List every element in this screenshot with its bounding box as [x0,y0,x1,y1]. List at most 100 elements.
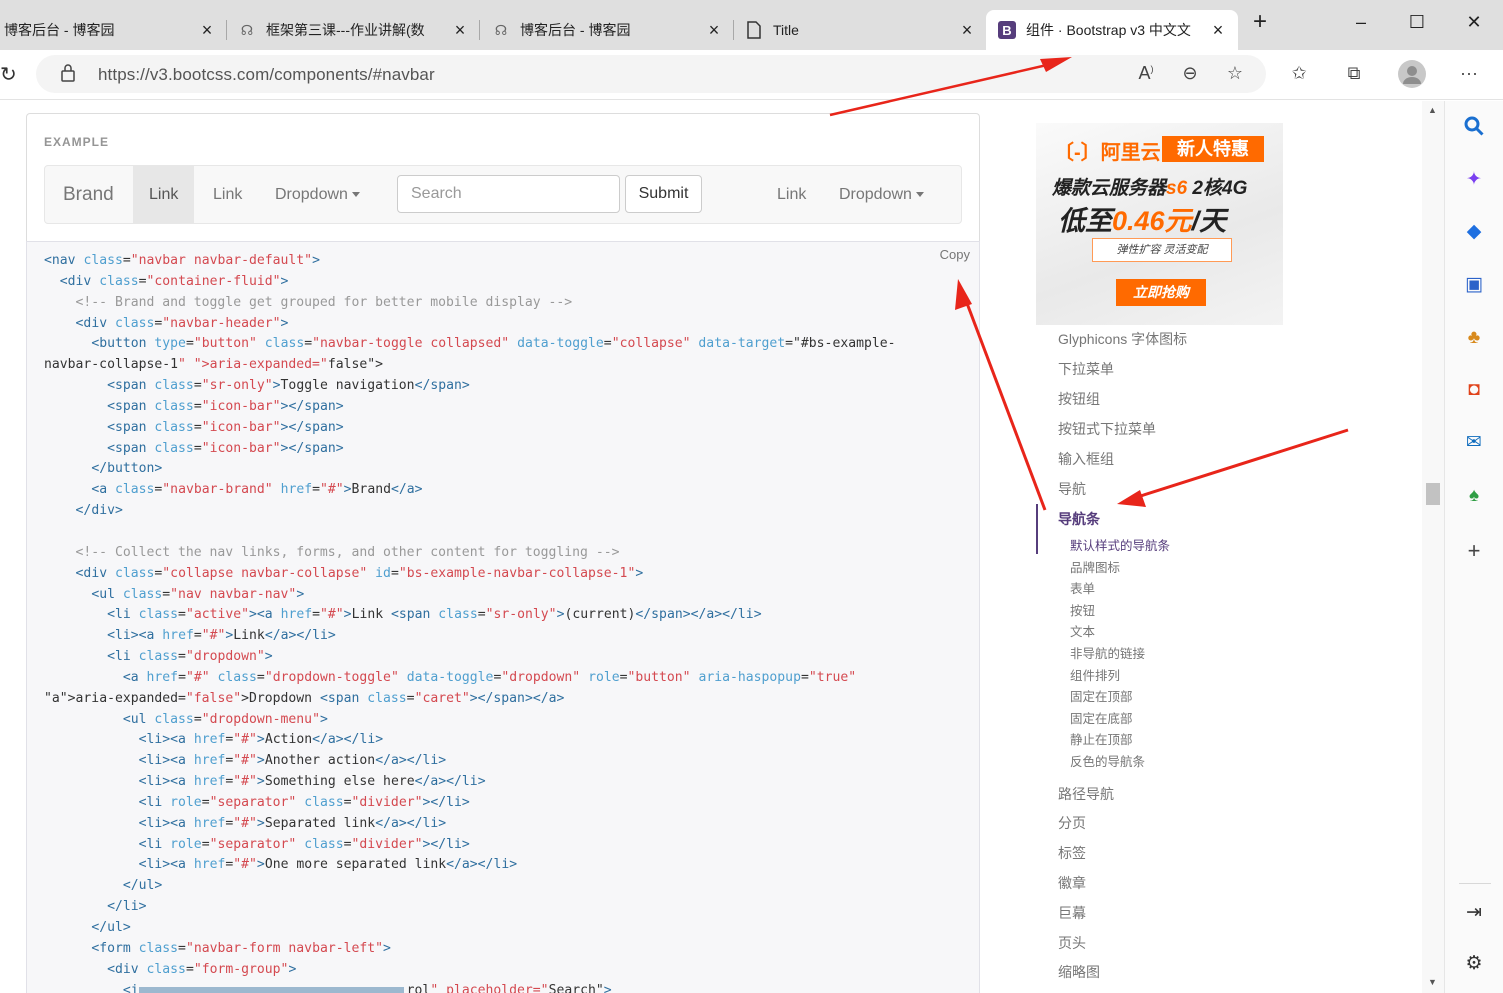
sidebar-item[interactable]: 路径导航 [1058,784,1114,804]
tab-1[interactable]: 博客后台 - 博客园 × [0,10,215,50]
sidebar-subitem[interactable]: 静止在顶部 [1070,729,1133,748]
scroll-thumb[interactable] [1426,483,1440,505]
shopping-tag-icon[interactable]: ◆ [1462,220,1486,244]
code-line: <div class="navbar-header"> [75,315,289,331]
drop-tree-icon[interactable]: ♠ [1462,484,1486,508]
page-scrollbar[interactable]: ▲ ▼ [1422,101,1444,993]
code-line: <div class="form-group"> [107,961,297,977]
sidebar-item[interactable]: 标签 [1058,843,1086,863]
sidebar-subitem[interactable]: 非导航的链接 [1070,643,1145,662]
sidebar-item[interactable]: 页头 [1058,933,1086,953]
tab-2[interactable]: ☊ 框架第三课---作业讲解(数 × [238,10,468,50]
url-bar[interactable]: https://v3.bootcss.com/components/#navba… [36,55,1266,93]
add-favorite-icon[interactable]: ☆ [1222,63,1248,84]
example-navbar: Brand Link Link Dropdown Search Submit L… [44,165,962,224]
sidebar-item[interactable]: 下拉菜单 [1058,359,1114,379]
ad-price: 低至0.46元/天 [1058,206,1227,236]
lock-icon[interactable] [60,64,76,87]
tab-3[interactable]: ☊ 博客后台 - 博客园 × [492,10,722,50]
add-sidebar-app-icon[interactable]: + [1462,539,1486,563]
aliyun-ad-banner[interactable]: 〔-〕阿里云 新人特惠 爆款云服务器s6 2核4G 低至0.46元/天 弹性扩容… [1036,123,1283,325]
outlook-icon[interactable]: ✉ [1462,431,1486,455]
sidebar-item[interactable]: 按钮组 [1058,389,1100,409]
navbar-link[interactable]: Link [197,166,258,223]
sidebar-subitem[interactable]: 默认样式的导航条 [1070,535,1170,554]
profile-avatar[interactable] [1398,60,1426,93]
hide-sidebar-icon[interactable]: ⇥ [1462,901,1486,925]
page-icon [745,21,763,39]
code-line: <span class="sr-only">Toggle navigation<… [107,378,470,394]
bootstrap-icon: B [998,21,1016,39]
new-tab-button[interactable]: + [1248,8,1272,36]
office-icon[interactable]: ◘ [1462,378,1486,402]
code-line: <!-- Brand and toggle get grouped for be… [44,294,573,310]
navbar-submit-button[interactable]: Submit [625,175,702,213]
caret-icon [351,192,360,198]
tab-strip: 博客后台 - 博客园 × ☊ 框架第三课---作业讲解(数 × ☊ 博客后台 -… [0,0,1503,50]
close-icon[interactable]: × [706,21,722,39]
code-line: </div> [75,503,123,519]
ad-buy-button[interactable]: 立即抢购 [1116,279,1206,306]
sidebar-item[interactable]: 分页 [1058,813,1086,833]
settings-gear-icon[interactable]: ⚙ [1462,952,1486,976]
sidebar-subitem[interactable]: 表单 [1070,578,1095,597]
close-icon[interactable]: × [1210,21,1226,39]
refresh-icon[interactable]: ↻ [0,62,17,87]
sidebar-subitem[interactable]: 固定在底部 [1070,708,1133,727]
code-line: <nav class="navbar navbar-default"> [44,253,320,268]
favorites-icon[interactable]: ✩ [1286,63,1312,84]
sidebar-subitem[interactable]: 文本 [1070,621,1095,640]
code-block: Copy <nav class="navbar navbar-default">… [26,241,980,993]
sidebar-item[interactable]: 输入框组 [1058,449,1114,469]
more-menu-icon[interactable]: ··· [1456,63,1482,84]
code-line: <ul class="nav navbar-nav"> [91,586,305,602]
scroll-down-icon[interactable]: ▼ [1428,977,1437,987]
zoom-out-icon[interactable]: ⊖ [1177,63,1203,84]
sidebar-item[interactable]: Glyphicons 字体图标 [1058,329,1187,349]
edge-sidebar: ✦ ◆ ▣ ♣ ◘ ✉ ♠ + ⇥ ⚙ [1444,101,1503,993]
sidebar-subitem[interactable]: 组件排列 [1070,665,1120,684]
sidebar-subitem[interactable]: 反色的导航条 [1070,751,1145,770]
close-icon[interactable]: × [199,21,215,39]
sidebar-subitem[interactable]: 固定在顶部 [1070,686,1133,705]
tab-4[interactable]: Title × [745,10,975,50]
minimize-button[interactable]: – [1349,12,1373,33]
navbar-dropdown[interactable]: Dropdown [259,166,376,223]
sidebar-subitem[interactable]: 品牌图标 [1070,557,1120,576]
sidebar-item-navbar-active[interactable]: 导航条 [1058,509,1100,529]
navbar-right-link[interactable]: Link [761,166,822,223]
read-aloud-icon[interactable]: A) [1133,63,1159,84]
close-icon[interactable]: × [452,21,468,39]
navbar-brand[interactable]: Brand [63,184,114,206]
tab-5-active[interactable]: B 组件 · Bootstrap v3 中文文 × [986,10,1238,50]
docs-sidebar: 〔-〕阿里云 新人特惠 爆款云服务器s6 2核4G 低至0.46元/天 弹性扩容… [1036,101,1296,993]
sidebar-item[interactable]: 导航 [1058,479,1086,499]
tools-briefcase-icon[interactable]: ▣ [1462,273,1486,297]
sidebar-item[interactable]: 缩略图 [1058,962,1100,982]
sidebar-item[interactable]: 巨幕 [1058,903,1086,923]
navbar-link-active[interactable]: Link [133,166,195,223]
sidebar-item[interactable]: 徽章 [1058,873,1086,893]
code-line: <ul class="dropdown-menu"> [122,711,328,727]
close-icon[interactable]: × [959,21,975,39]
ad-tagline: 弹性扩容 灵活变配 [1092,238,1232,262]
code-line: <li class="active"><a href="#">Link <spa… [107,607,762,623]
active-indicator [1036,504,1038,554]
scroll-up-icon[interactable]: ▲ [1428,105,1437,115]
close-window-button[interactable]: ✕ [1462,12,1486,33]
sidebar-subitem[interactable]: 按钮 [1070,600,1095,619]
navbar-search-input[interactable]: Search [397,175,620,213]
navbar-right-dropdown[interactable]: Dropdown [823,166,940,223]
games-icon[interactable]: ♣ [1462,326,1486,350]
search-icon[interactable] [1462,115,1486,139]
collections-icon[interactable]: ⧉ [1341,63,1367,84]
code-line: </ul> [122,878,163,894]
code-line: "a">aria-expanded="false">Dropdown <span… [44,690,565,706]
maximize-button[interactable]: ☐ [1405,12,1429,33]
code-line: <li><a href="#">One more separated link<… [138,857,518,873]
blog-icon: ☊ [240,21,254,38]
code-line: <li role="separator" class="divider"></l… [138,794,470,810]
copilot-sparkle-icon[interactable]: ✦ [1462,168,1486,192]
copy-button[interactable]: Copy [940,247,970,262]
sidebar-item[interactable]: 按钮式下拉菜单 [1058,419,1156,439]
